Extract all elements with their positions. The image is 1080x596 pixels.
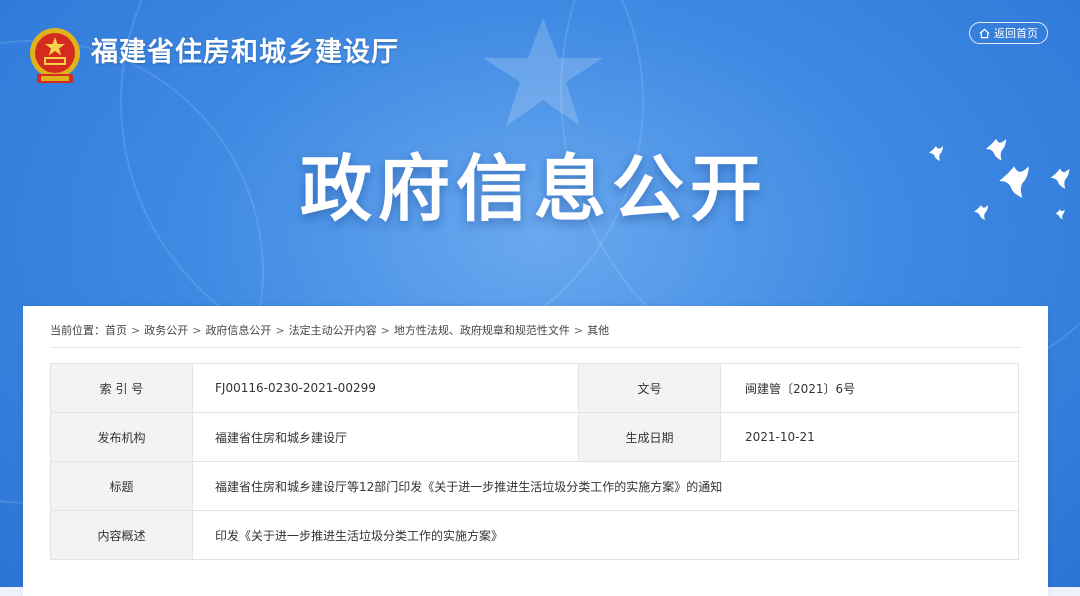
- breadcrumb-other[interactable]: 其他: [587, 324, 609, 337]
- content-panel: 当前位置：首页 > 政务公开 > 政府信息公开 > 法定主动公开内容 > 地方性法规、政府规章和…: [23, 306, 1048, 596]
- breadcrumb-separator: >: [131, 324, 141, 337]
- table-row: 发布机构 福建省住房和城乡建设厅 生成日期 2021-10-21: [50, 412, 1019, 462]
- hero-title-text: 政府信息公开: [299, 147, 768, 231]
- generation-date-value: 2021-10-21: [720, 412, 1019, 462]
- breadcrumb-separator: >: [192, 324, 202, 337]
- dove-icon: [1050, 168, 1070, 189]
- breadcrumb-government-affairs[interactable]: 政务公开: [144, 324, 188, 337]
- breadcrumb-prefix: 当前位置：: [50, 324, 105, 337]
- dove-icon: [1055, 209, 1065, 220]
- breadcrumb-home[interactable]: 首页: [105, 324, 127, 337]
- dove-icon: [999, 166, 1029, 198]
- breadcrumb-separator: >: [380, 324, 390, 337]
- summary-label: 内容概述: [50, 510, 193, 560]
- table-row: 内容概述 印发《关于进一步推进生活垃圾分类工作的实施方案》: [50, 510, 1019, 560]
- breadcrumb-separator: >: [275, 324, 285, 337]
- return-home-label: 返回首页: [994, 27, 1038, 40]
- dove-icon: [974, 205, 988, 220]
- dove-icon: [985, 138, 1007, 161]
- publisher-value: 福建省住房和城乡建设厅: [192, 412, 579, 462]
- breadcrumb: 当前位置：首页 > 政务公开 > 政府信息公开 > 法定主动公开内容 > 地方性法规、政府规章和…: [50, 322, 609, 338]
- table-row: 索 引 号 FJ00116-0230-2021-00299 文号 闽建管〔202…: [50, 363, 1019, 413]
- publisher-label: 发布机构: [50, 412, 193, 462]
- return-home-button[interactable]: 返回首页: [969, 22, 1048, 44]
- document-info-table: 索 引 号 FJ00116-0230-2021-00299 文号 闽建管〔202…: [50, 363, 1019, 560]
- breadcrumb-divider: [50, 347, 1021, 348]
- breadcrumb-info-disclosure[interactable]: 政府信息公开: [205, 324, 271, 337]
- star-decoration-icon: [483, 18, 603, 126]
- home-icon: [979, 28, 990, 38]
- index-number-label: 索 引 号: [50, 363, 193, 413]
- summary-value: 印发《关于进一步推进生活垃圾分类工作的实施方案》: [192, 510, 1019, 560]
- hero-title: 政府信息公开: [0, 130, 1080, 235]
- title-value: 福建省住房和城乡建设厅等12部门印发《关于进一步推进生活垃圾分类工作的实施方案》…: [192, 461, 1019, 511]
- table-row: 标题 福建省住房和城乡建设厅等12部门印发《关于进一步推进生活垃圾分类工作的实施…: [50, 461, 1019, 511]
- dove-icon: [929, 146, 943, 161]
- document-number-value: 闽建管〔2021〕6号: [720, 363, 1019, 413]
- site-title[interactable]: 福建省住房和城乡建设厅: [91, 30, 399, 69]
- index-number-value: FJ00116-0230-2021-00299: [192, 363, 579, 413]
- breadcrumb-separator: >: [573, 324, 584, 337]
- generation-date-label: 生成日期: [578, 412, 721, 462]
- breadcrumb-statutory-content[interactable]: 法定主动公开内容: [289, 324, 377, 337]
- title-label: 标题: [50, 461, 193, 511]
- breadcrumb-regulations[interactable]: 地方性法规、政府规章和规范性文件: [394, 324, 570, 337]
- national-emblem-icon: [30, 28, 80, 83]
- document-number-label: 文号: [578, 363, 721, 413]
